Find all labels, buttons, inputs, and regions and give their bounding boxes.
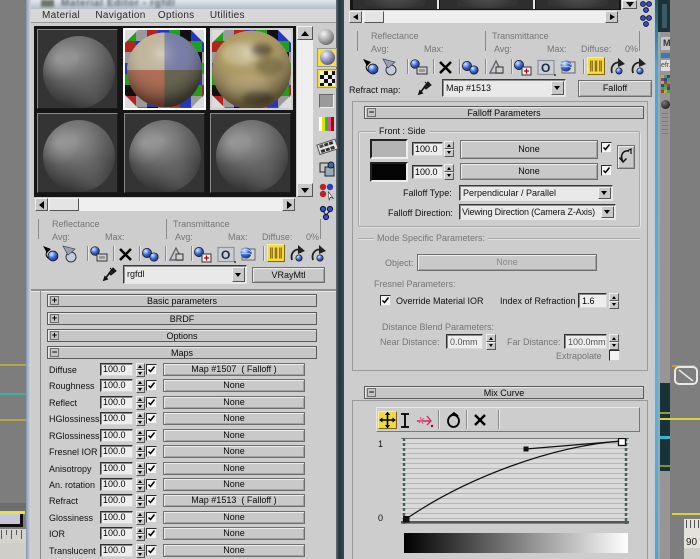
svg-text:O: O — [541, 61, 550, 75]
svg-text:O: O — [221, 248, 230, 262]
